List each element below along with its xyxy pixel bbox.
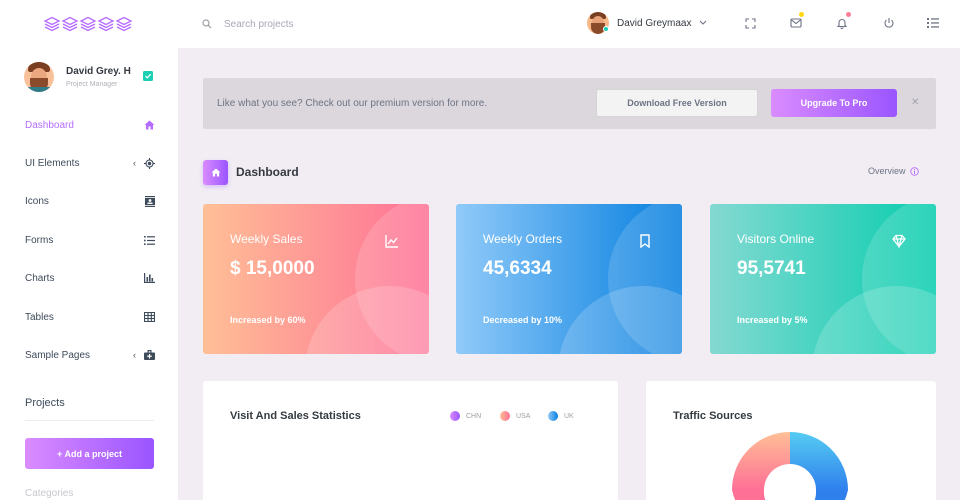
card-footer: Increased by 5%: [737, 315, 808, 325]
chart-line-icon: [385, 235, 398, 248]
weekly-orders-card[interactable]: Weekly Orders 45,6334 Decreased by 10%: [456, 204, 682, 354]
doughnut-segment-bottom-right: [814, 490, 848, 500]
top-navbar: Search projects: [0, 0, 960, 48]
info-icon: [909, 166, 919, 176]
legend-label: USA: [516, 412, 531, 420]
sidebar-item-sample-pages[interactable]: Sample Pages ‹: [25, 347, 155, 363]
fullscreen-icon[interactable]: [743, 16, 757, 30]
sidebar-item-forms[interactable]: Forms: [25, 232, 155, 248]
table-icon: [144, 312, 155, 322]
legend-item-chn: CHN: [450, 411, 481, 421]
sidebar-user-profile[interactable]: David Grey. H Project Manager: [24, 62, 131, 92]
sidebar-item-label: Dashboard: [25, 119, 74, 131]
card-footer: Increased by 60%: [230, 315, 306, 325]
doughnut-segment-right: [790, 432, 848, 490]
overview-label: Overview: [868, 166, 906, 176]
sidebar-user-name: David Grey. H: [66, 66, 131, 77]
card-value: 95,5741: [737, 258, 806, 279]
brand-logo[interactable]: [0, 0, 178, 48]
bar-chart-icon: [144, 273, 155, 283]
upgrade-to-pro-button[interactable]: Upgrade To Pro: [771, 89, 897, 117]
card-title: Weekly Sales: [230, 232, 303, 246]
legend-swatch: [548, 411, 558, 421]
sidebar-item-label: Forms: [25, 234, 54, 246]
legend-item-uk: UK: [548, 411, 574, 421]
diamond-icon: [892, 234, 906, 248]
sidebar: David Grey. H Project Manager Dashboard …: [0, 48, 178, 500]
panel-title: Visit And Sales Statistics: [230, 410, 361, 422]
chevron-down-icon: [700, 20, 707, 25]
projects-section-title: Projects: [25, 397, 65, 409]
crosshair-icon: [144, 157, 155, 169]
sidebar-item-charts[interactable]: Charts: [25, 270, 155, 286]
page-home-icon: [203, 160, 228, 185]
home-icon: [144, 120, 155, 130]
avatar: [24, 62, 54, 92]
sidebar-user-role: Project Manager: [66, 81, 118, 88]
panel-title: Traffic Sources: [673, 410, 753, 422]
search-icon: [202, 19, 212, 29]
online-status-dot: [603, 26, 609, 32]
divider: [25, 420, 154, 421]
weekly-sales-card[interactable]: Weekly Sales $ 15,0000 Increased by 60%: [203, 204, 429, 354]
traffic-doughnut-chart: [732, 432, 848, 500]
page-title: Dashboard: [236, 165, 299, 179]
overview-link[interactable]: Overview: [868, 166, 919, 176]
legend-swatch: [450, 411, 460, 421]
menu-list-icon[interactable]: [926, 16, 940, 30]
legend-item-usa: USA: [500, 411, 530, 421]
download-free-version-button[interactable]: Download Free Version: [596, 89, 758, 117]
power-icon[interactable]: [882, 16, 896, 30]
list-icon: [144, 235, 155, 245]
contacts-icon: [145, 195, 155, 207]
mail-icon[interactable]: [789, 16, 803, 30]
sidebar-item-icons[interactable]: Icons: [25, 193, 155, 209]
verified-badge-icon: [143, 71, 153, 81]
doughnut-segment-left: [732, 432, 790, 490]
mail-notification-dot: [799, 12, 804, 17]
card-value: 45,6334: [483, 258, 552, 279]
search-bar[interactable]: Search projects: [202, 19, 582, 30]
card-footer: Decreased by 10%: [483, 315, 563, 325]
chevron-left-icon: ‹: [133, 158, 136, 168]
sidebar-item-label: Charts: [25, 272, 55, 284]
card-value: $ 15,0000: [230, 258, 315, 279]
stacked-layers-logo-icon: [44, 16, 133, 32]
sidebar-item-dashboard[interactable]: Dashboard: [25, 117, 155, 133]
bell-icon[interactable]: [835, 16, 849, 30]
bell-notification-dot: [846, 12, 851, 17]
bookmark-icon: [640, 234, 650, 248]
sidebar-item-label: Sample Pages: [25, 349, 91, 361]
legend-swatch: [500, 411, 510, 421]
sidebar-item-ui-elements[interactable]: UI Elements ‹: [25, 155, 155, 171]
legend-label: CHN: [466, 412, 482, 420]
legend-label: UK: [564, 412, 574, 420]
sidebar-item-label: Icons: [25, 195, 49, 207]
visit-sales-panel: Visit And Sales Statistics CHN USA UK: [203, 381, 618, 500]
categories-section-title: Categories: [25, 488, 74, 499]
medical-bag-icon: [144, 350, 155, 360]
profile-name: David Greymaax: [617, 17, 692, 29]
search-input[interactable]: Search projects: [224, 19, 293, 30]
card-title: Weekly Orders: [483, 232, 563, 246]
add-project-button[interactable]: + Add a project: [25, 438, 154, 469]
close-icon[interactable]: ✕: [911, 97, 919, 108]
doughnut-segment-bottom: [732, 490, 766, 500]
traffic-sources-panel: Traffic Sources: [646, 381, 936, 500]
promo-banner-text: Like what you see? Check out our premium…: [217, 98, 488, 109]
promo-banner: Like what you see? Check out our premium…: [203, 78, 936, 129]
sidebar-item-label: UI Elements: [25, 157, 80, 169]
chevron-left-icon: ‹: [133, 350, 136, 360]
card-title: Visitors Online: [737, 232, 815, 246]
sidebar-item-label: Tables: [25, 311, 54, 323]
visitors-online-card[interactable]: Visitors Online 95,5741 Increased by 5%: [710, 204, 936, 354]
sidebar-item-tables[interactable]: Tables: [25, 309, 155, 325]
